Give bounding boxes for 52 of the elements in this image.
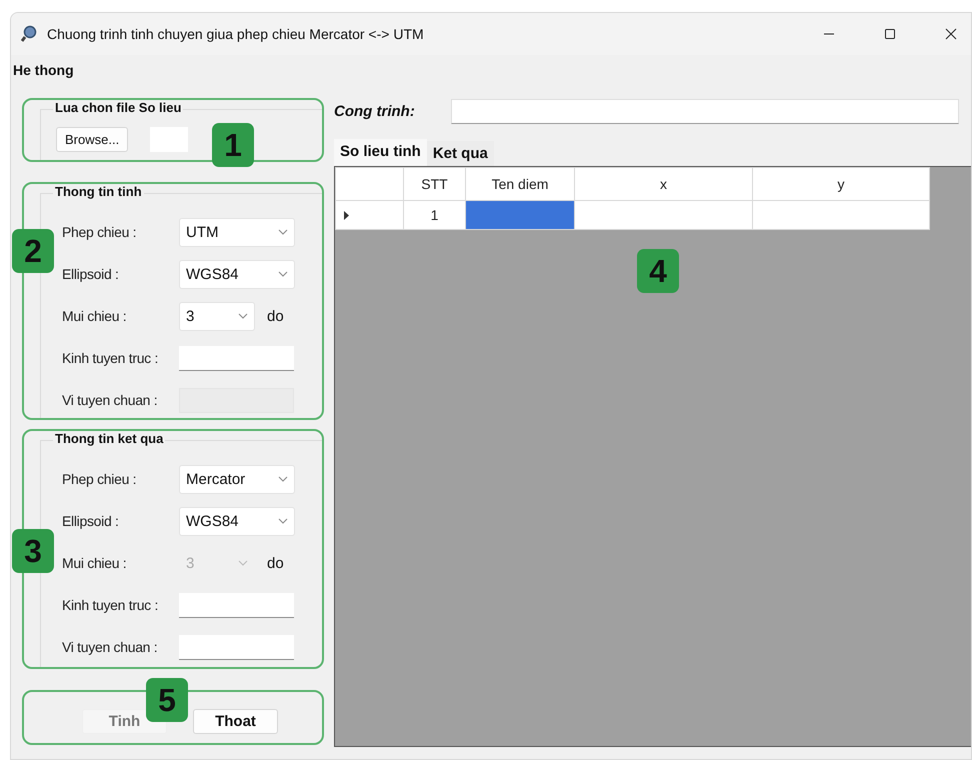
field-label: Ellipsoid : [61,513,120,529]
table-cell[interactable] [574,200,752,230]
chevron-icon [278,271,288,277]
input-field[interactable] [179,592,294,618]
window-title: Chuong trinh tinh chuyen giua phep chieu Mercator <-> UTM [47,26,425,42]
dropdown[interactable]: UTM [179,218,295,246]
callout-badge: 2 [12,229,54,273]
close-icon[interactable] [945,28,957,40]
group-title: Lua chon file So lieu [53,100,184,115]
group-title: Thong tin ket qua [53,431,166,446]
chevron-icon [238,560,248,566]
field-label: Kinh tuyen truc : [61,350,160,366]
unit-label: do [267,308,284,324]
column-header[interactable]: x [574,168,752,200]
chevron-icon [278,229,288,235]
browse-button[interactable]: Browse... [56,127,128,152]
magnifier-icon [21,25,39,43]
row-pointer-icon [344,211,349,220]
input-field[interactable] [179,634,294,660]
unit-label: do [267,554,284,572]
tab[interactable]: So lieu tinh [334,139,427,166]
column-header[interactable]: STT [404,168,466,200]
callout-badge: 1 [212,123,254,167]
field-label: Kinh tuyen truc : [61,597,160,613]
maximize-icon[interactable] [884,28,896,40]
dropdown[interactable]: WGS84 [179,506,295,536]
project-label: Cong trinh: [334,103,416,120]
table-cell[interactable] [752,200,930,230]
callout-badge: 3 [12,529,54,573]
field-label: Mui chieu : [61,555,128,571]
chevron-icon [278,518,288,524]
group-title: Thong tin tinh [53,184,144,199]
chevron-icon [278,476,288,482]
project-field[interactable] [451,99,959,124]
column-header[interactable]: y [752,168,930,200]
field-label: Vi tuyen chuan : [61,392,158,408]
table-cell[interactable] [466,200,574,230]
chevron-icon [238,313,248,319]
callout-badge: 5 [146,678,188,722]
menu-item[interactable]: He thong [13,62,74,78]
callout-badge: 4 [637,249,679,293]
field-label: Vi tuyen chuan : [61,639,158,655]
field-label: Phep chieu : [61,224,138,240]
dropdown[interactable]: 3 [179,302,255,330]
input-field[interactable] [179,346,294,370]
field-label: Ellipsoid : [61,266,120,282]
dropdown[interactable]: WGS84 [179,260,295,288]
dropdown[interactable]: Mercator [179,464,295,494]
field-label: Phep chieu : [61,471,138,487]
tab[interactable]: Ket qua [426,141,494,166]
field-label: Mui chieu : [61,308,128,324]
exit-button[interactable]: Thoat [193,709,278,734]
